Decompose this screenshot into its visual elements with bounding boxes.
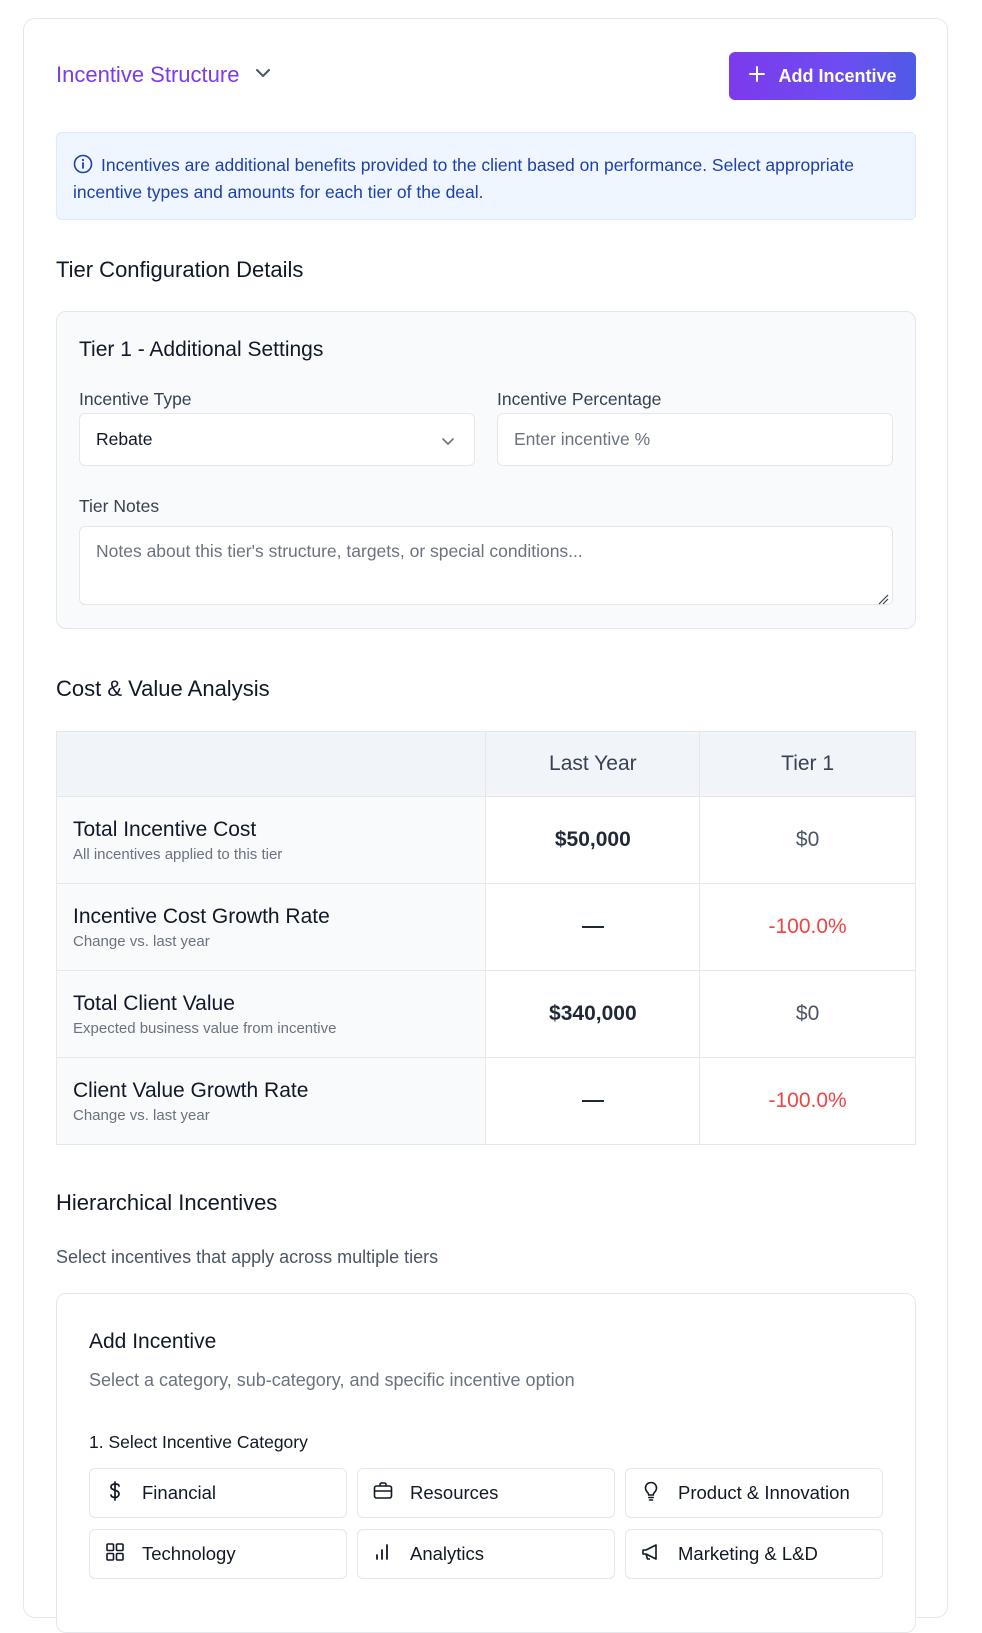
bar-chart-icon (372, 1541, 394, 1568)
grid-icon (104, 1541, 126, 1568)
category-label: Analytics (410, 1543, 485, 1564)
category-resources[interactable]: Resources (357, 1468, 615, 1518)
add-incentive-button[interactable]: Add Incentive (729, 52, 916, 100)
category-financial[interactable]: Financial (89, 1468, 347, 1518)
row-title: Client Value Growth Rate (73, 1079, 309, 1102)
chevron-down-icon (253, 63, 273, 88)
add-incentive-panel: Add Incentive Select a category, sub-cat… (56, 1293, 916, 1633)
hierarchical-description: Select incentives that apply across mult… (56, 1247, 439, 1267)
last-year-value: $50,000 (554, 828, 631, 851)
tier-notes-placeholder: Notes about this tier's structure, targe… (96, 541, 583, 561)
row-title: Total Client Value (73, 992, 235, 1015)
section-title: Incentive Structure (56, 62, 240, 87)
table-header-row: Last Year Tier 1 (55, 731, 916, 797)
cost-value-table: Last Year Tier 1 Total Incentive Cost Al… (55, 731, 916, 1145)
add-incentive-label: Add Incentive (778, 65, 897, 86)
tier-notes-textarea[interactable]: Notes about this tier's structure, targe… (79, 526, 893, 605)
last-year-value (581, 915, 604, 938)
tier1-cell: -100.0% (699, 1057, 916, 1145)
incentive-type-select[interactable]: Rebate (79, 413, 475, 466)
row-subtitle: Change vs. last year (73, 933, 210, 950)
tier-panel-title: Tier 1 - Additional Settings (79, 338, 324, 361)
tier1-value: -100.0% (768, 1089, 847, 1112)
incentive-percentage-placeholder: Enter incentive % (514, 429, 651, 449)
last-year-cell: $340,000 (485, 970, 701, 1058)
tier1-cell: $0 (699, 970, 916, 1058)
info-banner: Incentives are additional benefits provi… (56, 132, 916, 220)
tier1-value: $0 (795, 828, 820, 851)
briefcase-icon (372, 1480, 394, 1507)
category-label: Technology (142, 1543, 236, 1564)
table-row: Total Client Value Expected business val… (55, 970, 916, 1058)
category-label: Resources (410, 1482, 499, 1503)
tier1-cell: -100.0% (699, 883, 916, 971)
cost-value-title: Cost & Value Analysis (56, 676, 270, 701)
tier-notes-label: Tier Notes (79, 496, 160, 516)
row-subtitle: All incentives applied to this tier (73, 846, 283, 863)
row-title: Incentive Cost Growth Rate (73, 905, 330, 928)
hierarchical-title: Hierarchical Incentives (56, 1190, 278, 1215)
category-product-innovation[interactable]: Product & Innovation (625, 1468, 883, 1518)
megaphone-icon (640, 1541, 662, 1568)
category-marketing[interactable]: Marketing & L&D (625, 1529, 883, 1579)
row-subtitle: Change vs. last year (73, 1107, 210, 1124)
category-label: Financial (142, 1482, 217, 1503)
table-row: Total Incentive Cost All incentives appl… (55, 796, 916, 884)
row-subtitle: Expected business value from incentive (73, 1020, 337, 1037)
add-incentive-panel-title: Add Incentive (89, 1330, 217, 1353)
row-header: Incentive Cost Growth Rate Change vs. la… (55, 883, 487, 971)
row-header: Client Value Growth Rate Change vs. last… (55, 1057, 487, 1145)
incentive-structure-card: Incentive Structure Add Incentive Incent… (23, 18, 948, 1633)
category-label: Marketing & L&D (678, 1543, 818, 1564)
row-header: Total Incentive Cost All incentives appl… (55, 796, 487, 884)
category-analytics[interactable]: Analytics (357, 1529, 615, 1579)
tier1-cell: $0 (699, 796, 916, 884)
tier-settings-panel: Tier 1 - Additional Settings Incentive T… (56, 311, 916, 629)
last-year-cell (485, 1057, 701, 1145)
add-incentive-panel-description: Select a category, sub-category, and spe… (89, 1370, 575, 1390)
incentive-type-value: Rebate (96, 429, 153, 449)
card-header: Incentive Structure Add Incentive (56, 52, 916, 100)
table-row: Client Value Growth Rate Change vs. last… (55, 1057, 916, 1145)
last-year-cell: $50,000 (485, 796, 701, 884)
column-header-blank (55, 731, 487, 797)
row-title: Total Incentive Cost (73, 818, 257, 841)
last-year-value (581, 1089, 604, 1112)
incentive-percentage-input[interactable]: Enter incentive % (497, 413, 893, 466)
column-header-tier-1: Tier 1 (699, 731, 916, 797)
resize-handle-icon[interactable] (877, 589, 889, 605)
dollar-icon (104, 1480, 126, 1507)
last-year-cell (485, 883, 701, 971)
no-value-dash (581, 1100, 604, 1103)
tier1-value: $0 (795, 1002, 820, 1025)
no-value-dash (581, 926, 604, 929)
incentive-type-label: Incentive Type (79, 389, 192, 409)
row-header: Total Client Value Expected business val… (55, 970, 487, 1058)
section-toggle[interactable]: Incentive Structure (56, 62, 273, 88)
lightbulb-icon (640, 1480, 662, 1507)
plus-icon (748, 65, 766, 88)
info-text: Incentives are additional benefits provi… (73, 155, 854, 202)
category-technology[interactable]: Technology (89, 1529, 347, 1579)
tier1-value: -100.0% (768, 915, 847, 938)
category-label: Product & Innovation (678, 1482, 850, 1503)
tier-config-title: Tier Configuration Details (56, 257, 304, 282)
info-icon (73, 154, 101, 175)
column-header-last-year: Last Year (485, 731, 701, 797)
last-year-value: $340,000 (549, 1002, 637, 1025)
category-step-label: 1. Select Incentive Category (89, 1432, 308, 1452)
incentive-percentage-label: Incentive Percentage (497, 389, 662, 409)
table-row: Incentive Cost Growth Rate Change vs. la… (55, 883, 916, 971)
